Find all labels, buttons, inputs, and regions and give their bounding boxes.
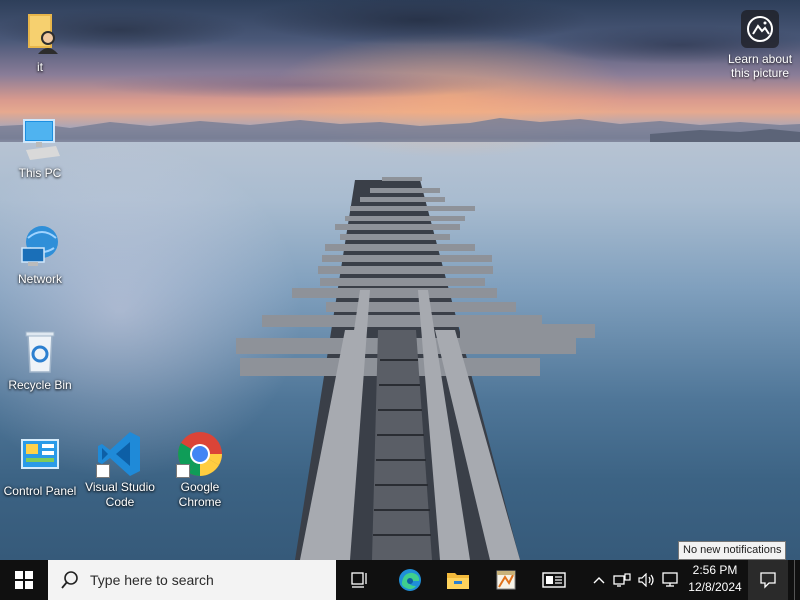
task-view-icon bbox=[351, 572, 367, 588]
clock-time: 2:56 PM bbox=[692, 563, 738, 577]
app-installer-icon bbox=[496, 570, 516, 590]
shortcut-arrow-icon bbox=[176, 464, 190, 478]
clock-date: 12/8/2024 bbox=[688, 580, 742, 594]
task-view-button[interactable] bbox=[340, 560, 380, 600]
taskbar-app[interactable] bbox=[484, 560, 528, 600]
taskbar-edge[interactable] bbox=[388, 560, 432, 600]
desktop-icon-user-folder[interactable]: it bbox=[0, 10, 80, 75]
network-icon bbox=[613, 573, 631, 587]
learn-about-line2: this picture bbox=[730, 66, 790, 80]
search-icon bbox=[61, 571, 78, 589]
control-panel-icon bbox=[16, 434, 64, 482]
taskbar-clock[interactable]: 2:56 PM 12/8/2024 bbox=[682, 562, 748, 598]
notification-icon bbox=[760, 572, 776, 589]
desktop-icon-label: Visual Studio Code bbox=[85, 480, 155, 509]
chrome-icon bbox=[176, 430, 224, 478]
user-folder-icon bbox=[16, 10, 64, 58]
search-box[interactable]: Type here to search bbox=[48, 560, 336, 600]
desktop-icon-google-chrome[interactable]: Google Chrome bbox=[160, 430, 240, 510]
chevron-up-icon bbox=[593, 577, 605, 584]
recycle-bin-icon bbox=[16, 328, 64, 376]
search-placeholder: Type here to search bbox=[90, 572, 214, 588]
network-globe-icon bbox=[16, 222, 64, 270]
desktop-icon-label: Control Panel bbox=[3, 484, 77, 498]
network-tray-button[interactable] bbox=[612, 560, 632, 600]
windows-logo-icon bbox=[15, 571, 33, 589]
taskbar: Type here to search 2:56 PM 12/8/2024 bbox=[0, 560, 800, 600]
ime-tray-button[interactable] bbox=[660, 560, 682, 600]
desktop-icon-label: This PC bbox=[18, 166, 62, 180]
desktop-icon-label: Network bbox=[17, 272, 62, 286]
desktop-icon-label: Google Chrome bbox=[178, 480, 222, 509]
desktop-icon-network[interactable]: Network bbox=[0, 222, 80, 287]
input-method-icon bbox=[662, 572, 678, 587]
desktop-icon-this-pc[interactable]: This PC bbox=[0, 116, 80, 181]
shortcut-arrow-icon bbox=[96, 464, 110, 478]
show-desktop-button[interactable] bbox=[794, 560, 800, 600]
edge-icon bbox=[399, 569, 421, 591]
desktop-icon-control-panel[interactable]: Control Panel bbox=[0, 434, 80, 499]
notification-center-button[interactable] bbox=[748, 560, 788, 600]
start-button[interactable] bbox=[0, 560, 48, 600]
desktop-icon-label: it bbox=[37, 60, 43, 74]
desktop-icon-vscode[interactable]: Visual Studio Code bbox=[80, 430, 160, 510]
computer-icon bbox=[16, 116, 64, 164]
vscode-icon bbox=[96, 430, 144, 478]
desktop-icon-label: Recycle Bin bbox=[8, 378, 72, 392]
taskbar-news-and-interests[interactable] bbox=[532, 560, 576, 600]
taskbar-file-explorer[interactable] bbox=[436, 560, 480, 600]
folder-icon bbox=[447, 573, 469, 589]
volume-tray-button[interactable] bbox=[636, 560, 658, 600]
speaker-icon bbox=[638, 573, 654, 587]
news-icon bbox=[542, 572, 566, 588]
learn-about-picture-button[interactable]: Learn about this picture bbox=[722, 10, 798, 80]
show-hidden-icons-button[interactable] bbox=[590, 560, 608, 600]
desktop-icon-recycle-bin[interactable]: Recycle Bin bbox=[0, 328, 80, 393]
camera-icon bbox=[741, 10, 779, 48]
notification-tooltip: No new notifications bbox=[678, 541, 787, 560]
learn-about-line1: Learn about bbox=[727, 52, 793, 66]
